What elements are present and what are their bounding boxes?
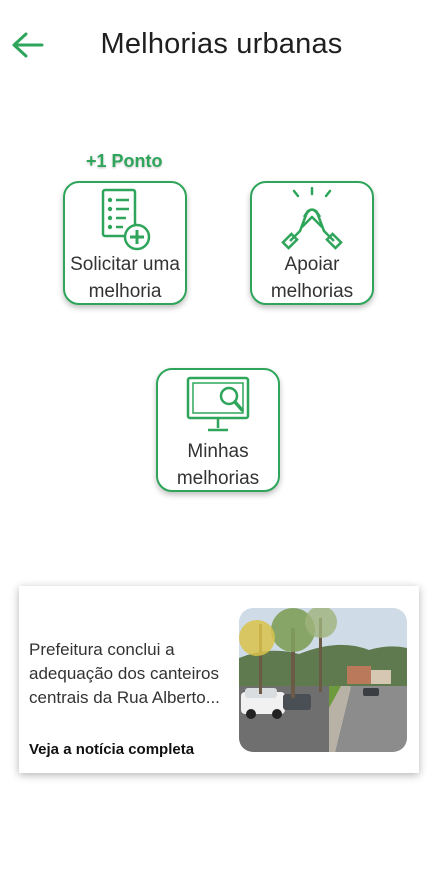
points-badge: +1 Ponto: [86, 151, 163, 171]
handshake-icon: [281, 187, 343, 250]
support-improvements-button[interactable]: Apoiar melhorias: [250, 181, 374, 305]
support-improvements-label: Apoiar melhorias: [270, 254, 354, 302]
page-title: Melhorias urbanas: [100, 28, 343, 60]
news-summary: Prefeitura conclui a adequação dos cante…: [29, 640, 220, 707]
request-improvement-label: Solicitar uma melhoria: [70, 254, 180, 302]
my-improvements-label: Minhas melhorias: [176, 441, 260, 489]
news-photo-image: [239, 608, 407, 752]
news-read-more-link[interactable]: Veja a notícia completa: [29, 741, 194, 758]
news-photo: [239, 608, 407, 752]
my-improvements-button[interactable]: Minhas melhorias: [156, 368, 280, 492]
monitor-search-icon: [186, 376, 250, 432]
request-list-add-icon: [101, 188, 151, 251]
request-improvement-button[interactable]: Solicitar uma melhoria: [63, 181, 187, 305]
news-card[interactable]: Prefeitura conclui a adequação dos cante…: [19, 586, 419, 773]
